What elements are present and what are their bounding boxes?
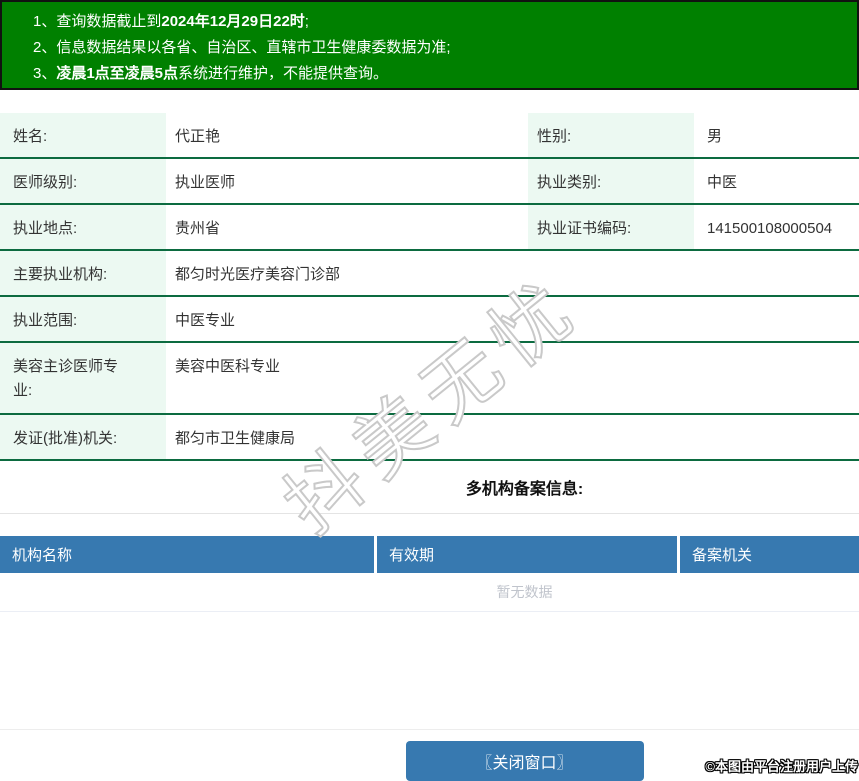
practice-location-label: 执业地点: <box>0 205 166 249</box>
gender-label: 性别: <box>528 113 694 157</box>
notice-bold-text: 2024年12月29日22时 <box>161 13 305 30</box>
field-label: 美容主诊医师专业: <box>13 358 119 399</box>
field-label: 执业地点: <box>13 220 78 237</box>
issuing-authority-value: 都匀市卫生健康局 <box>166 415 859 459</box>
column-header-filing-authority: 备案机关 <box>680 536 859 573</box>
filing-table-header: 机构名称 有效期 备案机关 <box>0 536 859 573</box>
issuing-authority-label: 发证(批准)机关: <box>0 415 166 459</box>
field-value: 都匀市卫生健康局 <box>175 430 296 447</box>
table-row: 执业范围: 中医专业 <box>0 297 859 343</box>
table-row: 美容主诊医师专业: 美容中医科专业 <box>0 343 859 415</box>
table-row: 执业地点: 贵州省 执业证书编码: 141500108000504 <box>0 205 859 251</box>
filing-section-title: 多机构备案信息: <box>465 481 584 498</box>
copyright-notice: ©本图由平台注册用户上传 <box>705 759 858 774</box>
field-value: 141500108000504 <box>707 220 833 237</box>
beauty-specialty-value: 美容中医科专业 <box>166 343 859 413</box>
beauty-specialty-label: 美容主诊医师专业: <box>0 343 166 413</box>
table-row: 姓名: 代正艳 性别: 男 <box>0 113 859 159</box>
notice-line-1: 1、查询数据截止到2024年12月29日22时; <box>33 9 847 35</box>
field-label: 执业证书编码: <box>537 220 632 237</box>
notice-text: 系统进行维护，不能提供查询。 <box>178 65 389 82</box>
field-label: 执业类别: <box>537 174 602 191</box>
field-value: 都匀时光医疗美容门诊部 <box>175 266 341 283</box>
practice-category-label: 执业类别: <box>528 159 694 203</box>
name-value: 代正艳 <box>166 113 528 157</box>
doctor-level-value: 执业医师 <box>166 159 528 203</box>
practice-location-value: 贵州省 <box>166 205 528 249</box>
table-row: 医师级别: 执业医师 执业类别: 中医 <box>0 159 859 205</box>
field-value: 执业医师 <box>175 174 236 191</box>
field-value: 男 <box>707 128 723 145</box>
gender-value: 男 <box>694 113 859 157</box>
field-value: 代正艳 <box>175 128 221 145</box>
table-row: 发证(批准)机关: 都匀市卫生健康局 <box>0 415 859 461</box>
empty-data-text: 暂无数据 <box>496 584 553 600</box>
main-institution-value: 都匀时光医疗美容门诊部 <box>166 251 859 295</box>
practice-category-value: 中医 <box>694 159 859 203</box>
certificate-number-value: 141500108000504 <box>694 205 859 249</box>
main-institution-label: 主要执业机构: <box>0 251 166 295</box>
field-label: 执业范围: <box>13 312 78 329</box>
column-header-institution-name: 机构名称 <box>0 536 374 573</box>
notice-num: 3、 <box>33 65 57 82</box>
field-label: 姓名: <box>13 128 48 145</box>
notice-text: ; <box>304 13 309 30</box>
practice-scope-value: 中医专业 <box>166 297 859 341</box>
table-row: 主要执业机构: 都匀时光医疗美容门诊部 <box>0 251 859 297</box>
field-value: 中医专业 <box>175 312 236 329</box>
notice-line-2: 2、信息数据结果以各省、自治区、直辖市卫生健康委数据为准; <box>33 35 847 61</box>
field-label: 医师级别: <box>13 174 78 191</box>
field-value: 贵州省 <box>175 220 221 237</box>
notice-bold-text: 凌晨1点至凌晨5点 <box>56 65 179 82</box>
section-divider <box>0 513 859 514</box>
notice-num: 2、 <box>33 39 57 56</box>
close-window-button[interactable]: 〖关闭窗口〗 <box>405 741 644 781</box>
practitioner-info-table: 姓名: 代正艳 性别: 男 医师级别: 执业医师 执业类别: 中医 执业地点: … <box>0 113 859 461</box>
footer-divider <box>0 729 859 730</box>
certificate-number-label: 执业证书编码: <box>528 205 694 249</box>
name-label: 姓名: <box>0 113 166 157</box>
doctor-level-label: 医师级别: <box>0 159 166 203</box>
notice-text: 信息数据结果以各省、自治区、直辖市卫生健康委数据为准; <box>56 39 451 56</box>
field-label: 主要执业机构: <box>13 266 108 283</box>
field-label: 性别: <box>537 128 572 145</box>
field-label: 发证(批准)机关: <box>13 430 118 447</box>
notice-num: 1、 <box>33 13 57 30</box>
filing-table-empty-row: 暂无数据 <box>0 573 859 612</box>
license-query-result-page: { "notice_box": { "items": [ {"num": "1、… <box>0 0 859 781</box>
column-header-validity-period: 有效期 <box>377 536 677 573</box>
field-value: 中医 <box>707 174 738 191</box>
field-value: 美容中医科专业 <box>175 358 281 375</box>
notice-box: 1、查询数据截止到2024年12月29日22时; 2、信息数据结果以各省、自治区… <box>0 0 859 90</box>
practice-scope-label: 执业范围: <box>0 297 166 341</box>
notice-line-3: 3、凌晨1点至凌晨5点系统进行维护，不能提供查询。 <box>33 61 847 87</box>
notice-text: 查询数据截止到 <box>56 13 162 30</box>
